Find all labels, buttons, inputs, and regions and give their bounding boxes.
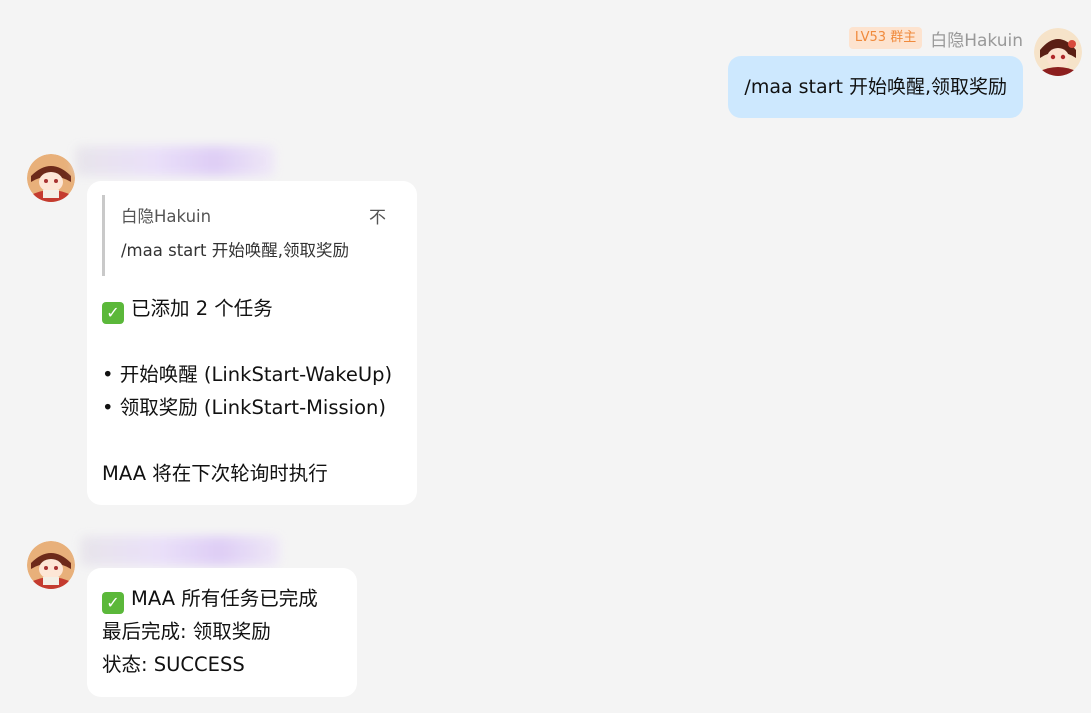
sender-name[interactable]: 白隐Hakuin [930, 26, 1023, 51]
quoted-message[interactable]: 白隐Hakuin 不 /maa start 开始唤醒,领取奖励 [102, 195, 402, 276]
message-line: ✓ MAA 所有任务已完成 [102, 582, 342, 615]
message-line: ✓ 已添加 2 个任务 [102, 292, 402, 325]
status-text: 状态: SUCCESS [102, 653, 245, 676]
quote-mark: 不 [369, 208, 386, 228]
self-avatar[interactable] [1034, 28, 1082, 76]
bot-name-redacted [80, 536, 280, 566]
level-badge: LV53 群主 [848, 27, 923, 49]
bot-avatar[interactable] [27, 154, 75, 202]
bot-message-bubble[interactable]: 白隐Hakuin 不 /maa start 开始唤醒,领取奖励 ✓ 已添加 2 个… [87, 181, 417, 505]
bot-message-bubble[interactable]: ✓ MAA 所有任务已完成 最后完成: 领取奖励 状态: SUCCESS [87, 568, 357, 697]
quoted-sender-name: 白隐Hakuin [121, 207, 212, 226]
bot-name-redacted [75, 146, 275, 176]
bot-avatar[interactable] [27, 541, 75, 589]
tasks-added-text: 已添加 2 个任务 [131, 297, 273, 320]
self-message-header: LV53 群主 白隐Hakuin [848, 26, 1023, 51]
last-completed-text: 最后完成: 领取奖励 [102, 620, 271, 643]
task-item: • 领取奖励 (LinkStart-Mission) [102, 396, 386, 419]
quoted-text: /maa start 开始唤醒,领取奖励 [121, 241, 350, 260]
check-icon: ✓ [102, 592, 124, 614]
self-message-bubble[interactable]: /maa start 开始唤醒,领取奖励 [728, 56, 1023, 118]
task-item: • 开始唤醒 (LinkStart-WakeUp) [102, 363, 393, 386]
check-icon: ✓ [102, 302, 124, 324]
tasks-done-text: MAA 所有任务已完成 [131, 587, 318, 610]
footer-text: MAA 将在下次轮询时执行 [102, 462, 328, 485]
chat-window: LV53 群主 白隐Hakuin /maa start 开始唤醒,领取奖励 白隐… [0, 0, 1091, 713]
